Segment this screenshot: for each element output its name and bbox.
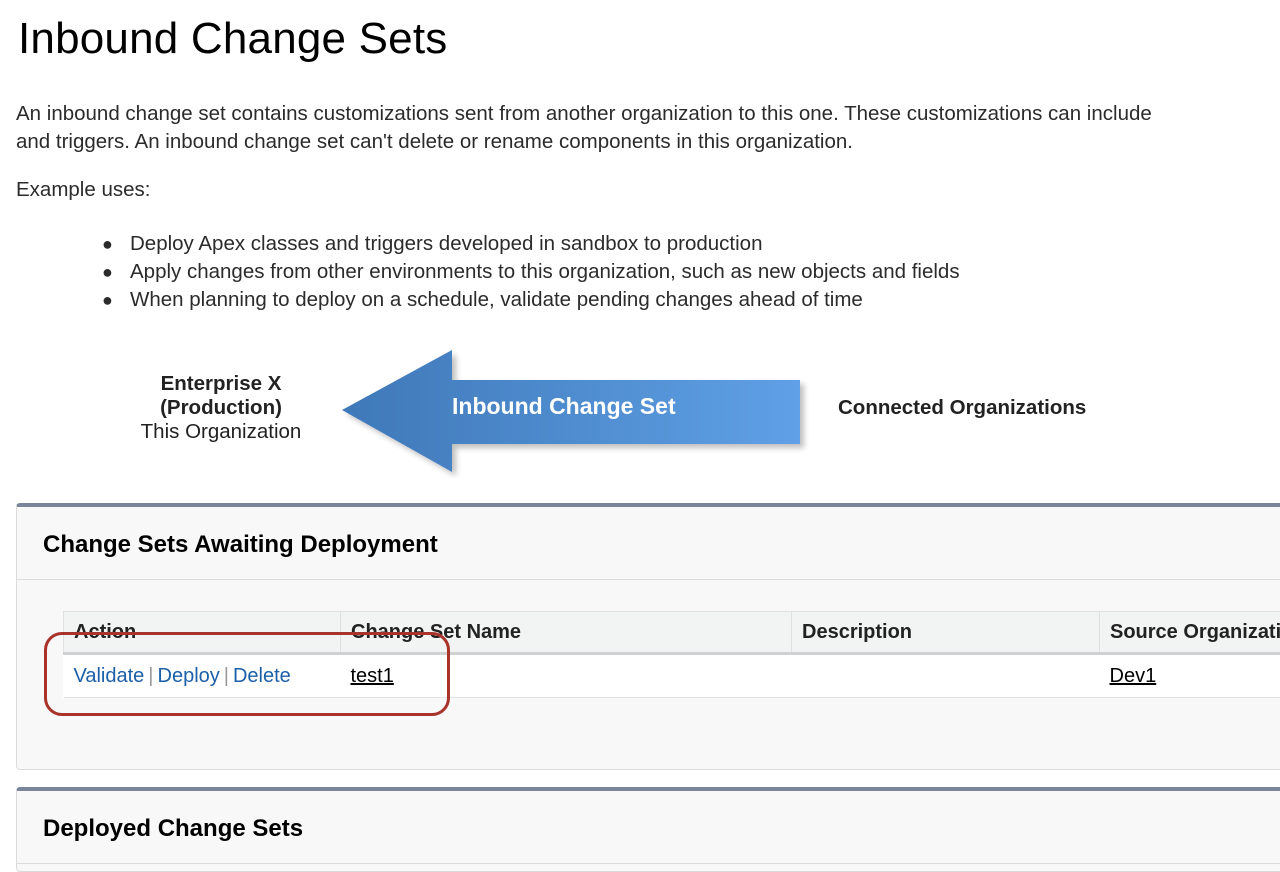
- separator: |: [144, 665, 157, 687]
- org-subtitle: This Organization: [120, 420, 322, 444]
- org-name-line-1: Enterprise X: [120, 372, 322, 396]
- column-header-action[interactable]: Action: [64, 612, 341, 654]
- delete-link[interactable]: Delete: [233, 665, 291, 687]
- description-cell: [792, 654, 1100, 698]
- list-item: ●Apply changes from other environments t…: [100, 258, 960, 286]
- example-uses-label: Example uses:: [16, 178, 150, 202]
- list-item: ●Deploy Apex classes and triggers develo…: [100, 230, 960, 258]
- awaiting-deployment-panel: Change Sets Awaiting Deployment Action C…: [16, 503, 1280, 770]
- bullet-icon: ●: [102, 258, 113, 286]
- page-title: Inbound Change Sets: [18, 14, 447, 64]
- intro-text: An inbound change set contains customiza…: [16, 100, 1280, 156]
- arrow-label: Inbound Change Set: [452, 393, 676, 420]
- column-header-change-set-name[interactable]: Change Set Name: [341, 612, 792, 654]
- example-uses-list: ●Deploy Apex classes and triggers develo…: [100, 230, 960, 314]
- bullet-icon: ●: [102, 286, 113, 314]
- panel-header: Deployed Change Sets: [17, 791, 1280, 864]
- awaiting-table: Action Change Set Name Description Sourc…: [63, 611, 1280, 698]
- panel-title: Change Sets Awaiting Deployment: [43, 531, 438, 559]
- deployed-change-sets-panel: Deployed Change Sets: [16, 787, 1280, 872]
- org-name-line-2: (Production): [120, 396, 322, 420]
- table-header-row: Action Change Set Name Description Sourc…: [64, 612, 1280, 654]
- change-set-name-link[interactable]: test1: [351, 665, 394, 687]
- source-organization-link[interactable]: Dev1: [1110, 665, 1157, 687]
- intro-line-2: and triggers. An inbound change set can'…: [16, 128, 1280, 156]
- action-cell: Validate|Deploy|Delete: [64, 654, 341, 698]
- column-header-description[interactable]: Description: [792, 612, 1100, 654]
- validate-link[interactable]: Validate: [74, 665, 145, 687]
- panel-header: Change Sets Awaiting Deployment: [17, 507, 1280, 580]
- deploy-link[interactable]: Deploy: [158, 665, 220, 687]
- separator: |: [220, 665, 233, 687]
- bullet-icon: ●: [102, 230, 113, 258]
- table-row: Validate|Deploy|Delete test1 Dev1: [64, 654, 1280, 698]
- source-organization-cell: Dev1: [1100, 654, 1280, 698]
- intro-line-1: An inbound change set contains customiza…: [16, 100, 1280, 128]
- panel-title: Deployed Change Sets: [43, 815, 303, 843]
- change-set-name-cell: test1: [341, 654, 792, 698]
- this-organization-label: Enterprise X (Production) This Organizat…: [120, 372, 322, 444]
- list-item: ●When planning to deploy on a schedule, …: [100, 286, 960, 314]
- column-header-source-organization[interactable]: Source Organizati: [1100, 612, 1280, 654]
- connected-organizations-label: Connected Organizations: [838, 396, 1086, 420]
